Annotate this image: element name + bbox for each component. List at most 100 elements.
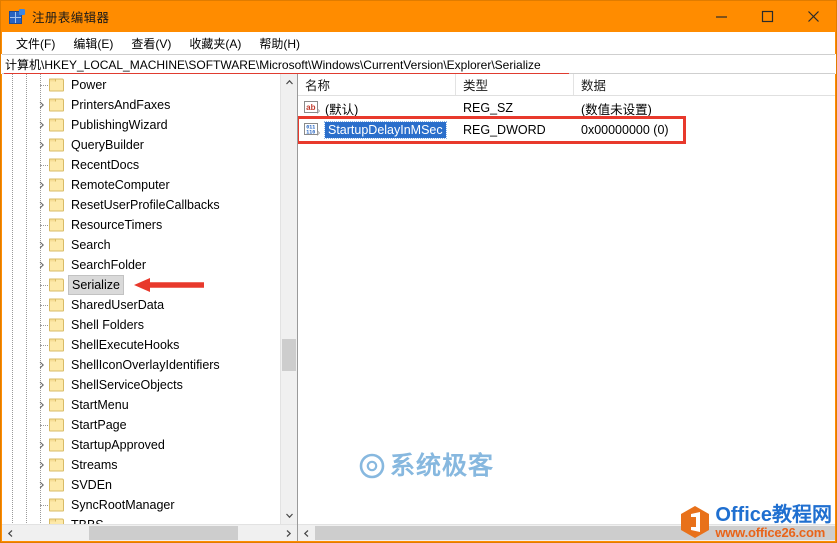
folder-icon xyxy=(49,158,65,172)
value-type-cell: REG_DWORD xyxy=(463,123,546,137)
chevron-right-icon[interactable] xyxy=(36,200,47,211)
tree-item-startupapproved[interactable]: StartupApproved xyxy=(2,435,280,455)
address-bar[interactable]: 计算机\HKEY_LOCAL_MACHINE\SOFTWARE\Microsof… xyxy=(2,54,835,74)
scroll-right-button[interactable] xyxy=(280,525,297,541)
tree-item-recentdocs[interactable]: RecentDocs xyxy=(2,155,280,175)
chevron-right-icon[interactable] xyxy=(36,380,47,391)
value-row[interactable]: 011 110 StartupDelayInMSec REG_DWORD 0x00000… xyxy=(298,119,835,141)
menu-item-file[interactable]: 文件(F) xyxy=(7,33,64,54)
close-button[interactable] xyxy=(790,1,836,32)
tree-item-svden[interactable]: SVDEn xyxy=(2,475,280,495)
tree-guide-stub xyxy=(40,165,48,166)
tree-item-label: SVDEn xyxy=(71,478,112,492)
minimize-icon xyxy=(715,16,727,18)
chevron-right-icon[interactable] xyxy=(36,260,47,271)
tree-item-startmenu[interactable]: StartMenu xyxy=(2,395,280,415)
tree-item-shellexecutehooks[interactable]: ShellExecuteHooks xyxy=(2,335,280,355)
key-tree-vertical-scrollbar[interactable] xyxy=(280,74,297,524)
folder-icon xyxy=(49,338,65,352)
scroll-thumb[interactable] xyxy=(282,339,296,371)
chevron-right-icon[interactable] xyxy=(36,400,47,411)
key-tree-horizontal-scrollbar[interactable] xyxy=(2,524,297,541)
value-data-cell: (数值未设置) xyxy=(581,102,652,117)
tree-item-startpage[interactable]: StartPage xyxy=(2,415,280,435)
maximize-button[interactable] xyxy=(744,1,790,32)
svg-text:110: 110 xyxy=(306,129,315,135)
values-column-header: 名称 类型 数据 xyxy=(298,74,835,96)
folder-icon xyxy=(49,238,65,252)
menu-item-view[interactable]: 查看(V) xyxy=(122,33,180,54)
values-scroll-left-button[interactable] xyxy=(298,525,315,541)
chevron-right-icon[interactable] xyxy=(36,180,47,191)
values-scroll-thumb-horizontal[interactable] xyxy=(315,526,835,540)
tree-item-syncrootmanager[interactable]: SyncRootManager xyxy=(2,495,280,515)
tree-item-querybuilder[interactable]: QueryBuilder xyxy=(2,135,280,155)
tree-item-label: Power xyxy=(71,78,107,92)
tree-item-searchfolder[interactable]: SearchFolder xyxy=(2,255,280,275)
folder-icon xyxy=(49,498,65,512)
tree-item-shellserviceobjects[interactable]: ShellServiceObjects xyxy=(2,375,280,395)
registry-editor-icon xyxy=(9,8,25,25)
chevron-left-icon xyxy=(7,529,13,537)
column-header-data[interactable]: 数据 xyxy=(574,74,835,95)
scroll-left-button[interactable] xyxy=(2,525,19,541)
tree-item-power[interactable]: Power xyxy=(2,75,280,95)
close-icon xyxy=(807,11,819,22)
value-name: StartupDelayInMSec xyxy=(324,121,447,139)
tree-item-label: RecentDocs xyxy=(71,158,140,172)
scroll-down-button[interactable] xyxy=(281,507,297,524)
folder-icon xyxy=(49,438,65,452)
string-value-icon: ab xyxy=(304,101,320,115)
tree-item-resetuserprofilecallbacks[interactable]: ResetUserProfileCallbacks xyxy=(2,195,280,215)
tree-item-publishingwizard[interactable]: PublishingWizard xyxy=(2,115,280,135)
tree-item-label: TBBS xyxy=(69,515,106,524)
value-type-cell: REG_SZ xyxy=(463,101,514,115)
menu-bar: 文件(F) 编辑(E) 查看(V) 收藏夹(A) 帮助(H) xyxy=(1,32,836,54)
folder-icon xyxy=(49,398,65,412)
scroll-thumb-horizontal[interactable] xyxy=(89,526,238,540)
key-tree: Power PrintersAndFaxes PublishingWizard Que… xyxy=(2,74,280,524)
minimize-button[interactable] xyxy=(698,1,744,32)
tree-item-shelliconoverlayidentifiers[interactable]: ShellIconOverlayIdentifiers xyxy=(2,355,280,375)
tree-item-search[interactable]: Search xyxy=(2,235,280,255)
chevron-right-icon[interactable] xyxy=(36,120,47,131)
tree-item-label: RemoteComputer xyxy=(71,178,170,192)
tree-item-label: PrintersAndFaxes xyxy=(71,98,171,112)
tree-item-label: StartMenu xyxy=(71,398,129,412)
chevron-right-icon[interactable] xyxy=(36,440,47,451)
values-list: ab (默认) REG_SZ (数值未设置) 011 110 StartupDelayInM… xyxy=(298,96,835,144)
folder-icon xyxy=(49,138,65,152)
tree-item-shareduserdata[interactable]: SharedUserData xyxy=(2,295,280,315)
content-panes: Power PrintersAndFaxes PublishingWizard Que… xyxy=(1,74,836,542)
tree-item-remotecomputer[interactable]: RemoteComputer xyxy=(2,175,280,195)
tree-item-streams[interactable]: Streams xyxy=(2,455,280,475)
tree-item-tbbs[interactable]: TBBS xyxy=(2,515,280,524)
tree-guide-stub xyxy=(40,505,48,506)
chevron-right-icon[interactable] xyxy=(36,100,47,111)
tree-item-resourcetimers[interactable]: ResourceTimers xyxy=(2,215,280,235)
tree-item-shell-folders[interactable]: Shell Folders xyxy=(2,315,280,335)
chevron-up-icon xyxy=(285,79,293,85)
column-header-name[interactable]: 名称 xyxy=(298,74,456,95)
key-tree-scrollarea: Power PrintersAndFaxes PublishingWizard Que… xyxy=(2,74,280,524)
tree-item-printersandfaxes[interactable]: PrintersAndFaxes xyxy=(2,95,280,115)
folder-icon xyxy=(49,358,65,372)
values-pane: 名称 类型 数据 ab (默认) REG_SZ (数值未设置) 011 110 Startu… xyxy=(298,74,835,541)
chevron-right-icon[interactable] xyxy=(36,240,47,251)
menu-item-edit[interactable]: 编辑(E) xyxy=(64,33,122,54)
chevron-right-icon[interactable] xyxy=(36,360,47,371)
value-row[interactable]: ab (默认) REG_SZ (数值未设置) xyxy=(298,97,835,119)
tree-item-label: Streams xyxy=(71,458,118,472)
chevron-right-icon[interactable] xyxy=(36,480,47,491)
values-horizontal-scrollbar[interactable] xyxy=(298,524,835,541)
scroll-track-horizontal[interactable] xyxy=(19,525,280,541)
column-header-type[interactable]: 类型 xyxy=(456,74,574,95)
scroll-track[interactable] xyxy=(281,91,297,507)
values-scroll-track-horizontal[interactable] xyxy=(315,525,835,541)
menu-item-favorites[interactable]: 收藏夹(A) xyxy=(180,33,250,54)
chevron-right-icon[interactable] xyxy=(36,460,47,471)
menu-item-help[interactable]: 帮助(H) xyxy=(250,33,309,54)
chevron-right-icon[interactable] xyxy=(36,140,47,151)
tree-item-serialize[interactable]: Serialize xyxy=(2,275,280,295)
scroll-up-button[interactable] xyxy=(281,74,297,91)
